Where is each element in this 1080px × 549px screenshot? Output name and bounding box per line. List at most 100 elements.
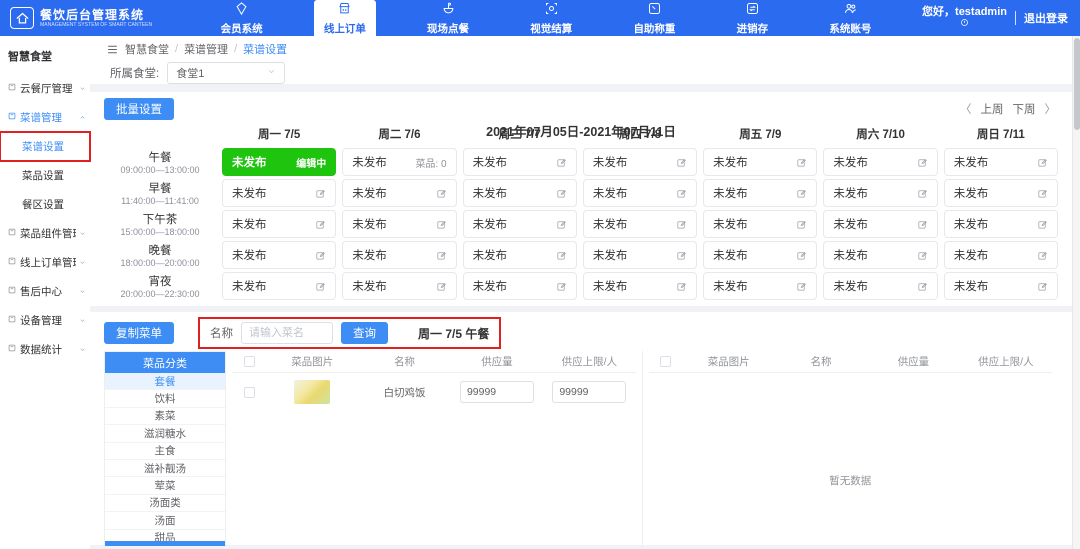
schedule-cell[interactable]: 未发布 <box>222 179 336 207</box>
schedule-cell[interactable]: 未发布 <box>583 210 697 238</box>
scrollbar-thumb[interactable] <box>1074 38 1080 130</box>
edit-icon[interactable] <box>1037 250 1048 261</box>
edit-icon[interactable] <box>556 188 567 199</box>
nav-item-现场点餐[interactable]: 现场点餐 <box>417 0 479 36</box>
category-item[interactable]: 滋润糖水 <box>105 425 225 442</box>
schedule-cell[interactable]: 未发布 <box>463 241 577 269</box>
schedule-cell[interactable]: 未发布 <box>703 210 817 238</box>
edit-icon[interactable] <box>436 250 447 261</box>
collapse-menu-icon[interactable] <box>106 43 119 56</box>
breadcrumb-item-canteen[interactable]: 智慧食堂 <box>125 41 169 57</box>
edit-icon[interactable] <box>796 250 807 261</box>
nav-item-线上订单[interactable]: 线上订单 <box>314 0 376 36</box>
sidebar-item[interactable]: 云餐厅管理 <box>0 74 90 103</box>
edit-icon[interactable] <box>315 250 326 261</box>
schedule-cell[interactable]: 未发布编辑中 <box>222 148 336 176</box>
schedule-cell[interactable]: 未发布 <box>583 272 697 300</box>
edit-icon[interactable] <box>676 188 687 199</box>
edit-icon[interactable] <box>1037 219 1048 230</box>
schedule-cell[interactable]: 未发布 <box>222 210 336 238</box>
schedule-cell[interactable]: 未发布 <box>463 179 577 207</box>
edit-icon[interactable] <box>1037 281 1048 292</box>
category-item[interactable]: 素菜 <box>105 408 225 425</box>
schedule-cell[interactable]: 未发布 <box>823 179 937 207</box>
edit-icon[interactable] <box>796 188 807 199</box>
schedule-cell[interactable]: 未发布 <box>703 272 817 300</box>
schedule-cell[interactable]: 未发布 <box>944 179 1058 207</box>
schedule-cell[interactable]: 未发布 <box>583 179 697 207</box>
edit-icon[interactable] <box>796 157 807 168</box>
breadcrumb-item-menu-setting[interactable]: 菜谱设置 <box>243 41 287 57</box>
sidebar-subitem[interactable]: 餐区设置 <box>0 190 90 219</box>
category-item[interactable]: 汤面类 <box>105 495 225 512</box>
schedule-cell[interactable]: 未发布 <box>823 148 937 176</box>
edit-icon[interactable] <box>917 250 928 261</box>
schedule-cell[interactable]: 未发布 <box>823 241 937 269</box>
category-item[interactable]: 滋补靓汤 <box>105 460 225 477</box>
edit-icon[interactable] <box>556 219 567 230</box>
app-logo[interactable]: 餐饮后台管理系统 MANAGEMENT SYSTEM OF SMART CANT… <box>0 7 182 29</box>
schedule-cell[interactable]: 未发布 <box>342 179 456 207</box>
prev-week-chevron[interactable]: 〈 <box>960 98 972 122</box>
schedule-cell[interactable]: 未发布 <box>944 272 1058 300</box>
edit-icon[interactable] <box>796 281 807 292</box>
schedule-cell[interactable]: 未发布 <box>463 210 577 238</box>
edit-icon[interactable] <box>917 219 928 230</box>
edit-icon[interactable] <box>917 281 928 292</box>
schedule-cell[interactable]: 未发布 <box>222 241 336 269</box>
edit-icon[interactable] <box>917 188 928 199</box>
sidebar-item[interactable]: 售后中心 <box>0 277 90 306</box>
logout-button[interactable]: 退出登录 <box>1024 10 1068 26</box>
nav-item-视觉结算[interactable]: 视觉结算 <box>520 0 582 36</box>
sidebar-subitem[interactable]: 菜谱设置 <box>0 132 90 161</box>
schedule-cell[interactable]: 未发布 <box>944 241 1058 269</box>
schedule-cell[interactable]: 未发布 <box>703 179 817 207</box>
sidebar-item[interactable]: 菜谱管理 <box>0 103 90 132</box>
edit-icon[interactable] <box>676 281 687 292</box>
nav-item-会员系统[interactable]: 会员系统 <box>211 0 273 36</box>
next-week-chevron[interactable]: 〉 <box>1045 98 1057 122</box>
schedule-cell[interactable]: 未发布 <box>463 272 577 300</box>
row-checkbox[interactable] <box>244 387 255 398</box>
edit-icon[interactable] <box>676 250 687 261</box>
edit-icon[interactable] <box>556 250 567 261</box>
category-item-partial[interactable] <box>105 541 225 546</box>
supply-limit-input[interactable] <box>552 381 626 403</box>
sidebar-item[interactable]: 线上订单管理 <box>0 248 90 277</box>
edit-icon[interactable] <box>556 157 567 168</box>
edit-icon[interactable] <box>1037 157 1048 168</box>
schedule-cell[interactable]: 未发布 <box>944 148 1058 176</box>
sidebar-item[interactable]: 菜品组件管理 <box>0 219 90 248</box>
canteen-select[interactable]: 食堂1 <box>167 62 285 84</box>
user-status-icon[interactable] <box>960 18 969 30</box>
sidebar-item[interactable]: 设备管理 <box>0 306 90 335</box>
schedule-cell[interactable]: 未发布 <box>823 210 937 238</box>
schedule-cell[interactable]: 未发布 <box>342 241 456 269</box>
edit-icon[interactable] <box>315 219 326 230</box>
page-scrollbar[interactable] <box>1072 36 1080 549</box>
next-week-button[interactable]: 下周 <box>1013 98 1036 122</box>
select-all-checkbox[interactable] <box>244 356 255 367</box>
schedule-cell[interactable]: 未发布菜品: 0 <box>342 148 456 176</box>
edit-icon[interactable] <box>315 281 326 292</box>
nav-item-系统账号[interactable]: 系统账号 <box>819 0 881 36</box>
sidebar-item[interactable]: 数据统计 <box>0 335 90 364</box>
schedule-cell[interactable]: 未发布 <box>342 272 456 300</box>
edit-icon[interactable] <box>1037 188 1048 199</box>
schedule-cell[interactable]: 未发布 <box>944 210 1058 238</box>
dish-name-input[interactable] <box>241 322 333 344</box>
category-item[interactable]: 套餐 <box>105 373 225 390</box>
edit-icon[interactable] <box>796 219 807 230</box>
schedule-cell[interactable]: 未发布 <box>583 148 697 176</box>
schedule-cell[interactable]: 未发布 <box>823 272 937 300</box>
edit-icon[interactable] <box>436 219 447 230</box>
category-item[interactable]: 主食 <box>105 443 225 460</box>
schedule-cell[interactable]: 未发布 <box>222 272 336 300</box>
nav-item-自助称重[interactable]: 自助称重 <box>623 0 685 36</box>
schedule-cell[interactable]: 未发布 <box>703 241 817 269</box>
search-button[interactable]: 查询 <box>341 322 388 344</box>
edit-icon[interactable] <box>556 281 567 292</box>
category-item[interactable]: 荤菜 <box>105 477 225 494</box>
edit-icon[interactable] <box>436 281 447 292</box>
category-item[interactable]: 饮料 <box>105 390 225 407</box>
